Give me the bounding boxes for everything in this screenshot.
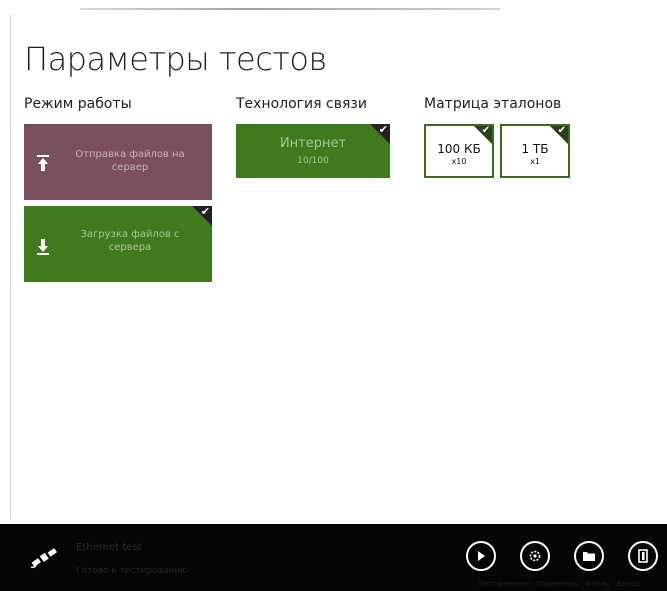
app-status: Готово к тестированию (76, 566, 188, 576)
matrix-tile-1tb[interactable]: ✔ 1 ТБ x1 (500, 124, 570, 178)
tech-tile-internet[interactable]: ✔ Интернет 10/100 (236, 124, 390, 178)
mode-tile-upload[interactable]: Отправка файлов на сервер (24, 124, 212, 200)
settings-button[interactable] (520, 541, 550, 571)
matrix-tile-size: 1 ТБ (521, 142, 549, 156)
bottom-app-bar: Ethernet test Готово к тестированию Тест… (0, 524, 667, 591)
play-button[interactable] (466, 541, 496, 571)
tech-section-label: Технология связи (236, 96, 367, 112)
folder-button[interactable] (574, 541, 604, 571)
app-name: Ethernet test (76, 542, 142, 553)
matrix-tile-100kb[interactable]: ✔ 100 КБ x10 (424, 124, 494, 178)
mode-section-label: Режим работы (24, 96, 132, 112)
matrix-tile-multiplier: x10 (451, 157, 467, 166)
mode-tile-download-label: Загрузка файлов с сервера (80, 229, 180, 253)
matrix-tile-multiplier: x1 (530, 157, 540, 166)
mode-tile-download[interactable]: ✔ Загрузка файлов с сервера (24, 206, 212, 282)
bar-caption: Тестирование · Параметры · Файлы · Выход (478, 580, 641, 588)
top-edge-line (80, 8, 500, 10)
exit-button[interactable] (628, 541, 658, 571)
upload-icon (37, 155, 49, 171)
tech-tile-label: Интернет (279, 136, 347, 151)
satellite-icon (30, 548, 57, 569)
window-left-edge (10, 14, 11, 519)
play-icon (478, 551, 485, 561)
exit-icon (638, 549, 648, 563)
download-icon (37, 239, 49, 255)
tech-tile-sub: 10/100 (297, 156, 329, 166)
mode-tile-upload-label: Отправка файлов на сервер (75, 149, 185, 173)
folder-icon (583, 552, 595, 561)
settings-icon (529, 550, 541, 562)
matrix-section-label: Матрица эталонов (424, 96, 562, 112)
page-title: Параметры тестов (24, 40, 327, 78)
matrix-tile-size: 100 КБ (437, 142, 481, 156)
selected-check-icon: ✔ (192, 206, 212, 226)
